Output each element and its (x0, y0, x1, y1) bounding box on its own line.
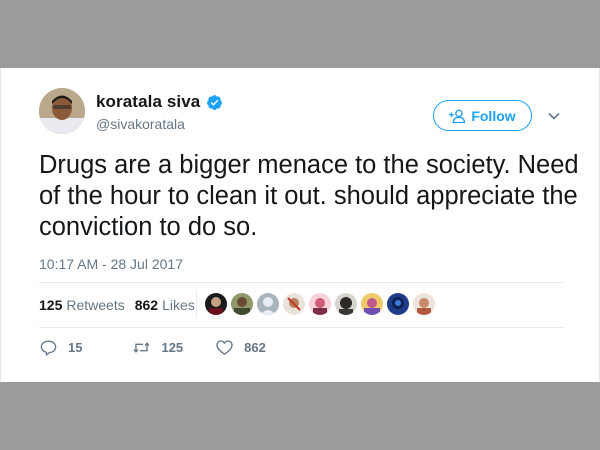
name-row: koratala siva (96, 92, 223, 112)
follow-button[interactable]: Follow (433, 100, 532, 131)
stats-separator (196, 290, 197, 318)
liker-avatars (205, 293, 439, 315)
liker-avatar[interactable] (257, 293, 279, 315)
chevron-down-icon[interactable] (547, 109, 561, 123)
liker-avatar[interactable] (413, 293, 435, 315)
liker-avatar[interactable] (283, 293, 305, 315)
likes-count[interactable]: 862 (135, 297, 158, 313)
verified-badge-icon (206, 94, 223, 111)
user-handle[interactable]: @sivakoratala (96, 116, 185, 132)
tweet-text: Drugs are a bigger menace to the society… (39, 151, 579, 241)
display-name[interactable]: koratala siva (96, 92, 200, 112)
retweet-count: 125 (161, 340, 184, 355)
likes-label[interactable]: Likes (162, 297, 195, 313)
tweet-stats: 125 Retweets 862 Likes (39, 297, 195, 313)
liker-avatar[interactable] (361, 293, 383, 315)
liker-avatar[interactable] (205, 293, 227, 315)
liker-avatar[interactable] (231, 293, 253, 315)
reply-icon (40, 340, 57, 356)
add-user-icon (449, 109, 466, 123)
retweet-icon (133, 342, 151, 353)
tweet-card: koratala siva @sivakoratala Follow Drugs… (0, 68, 600, 382)
reply-count: 15 (68, 340, 83, 355)
retweets-count[interactable]: 125 (39, 297, 62, 313)
follow-button-label: Follow (471, 107, 516, 124)
reply-action[interactable]: 15 (39, 338, 82, 357)
like-action[interactable]: 862 (215, 338, 266, 357)
liker-avatar[interactable] (309, 293, 331, 315)
liker-avatar[interactable] (335, 293, 357, 315)
divider (39, 327, 564, 328)
tweet-timestamp[interactable]: 10:17 AM - 28 Jul 2017 (39, 256, 183, 272)
like-icon (216, 340, 233, 355)
avatar[interactable] (39, 88, 85, 134)
divider (39, 282, 564, 283)
tweet-actions: 15 125 862 (39, 338, 296, 357)
like-count: 862 (244, 340, 266, 355)
retweet-action[interactable]: 125 (132, 338, 183, 357)
liker-avatar[interactable] (387, 293, 409, 315)
retweets-label[interactable]: Retweets (66, 297, 124, 313)
